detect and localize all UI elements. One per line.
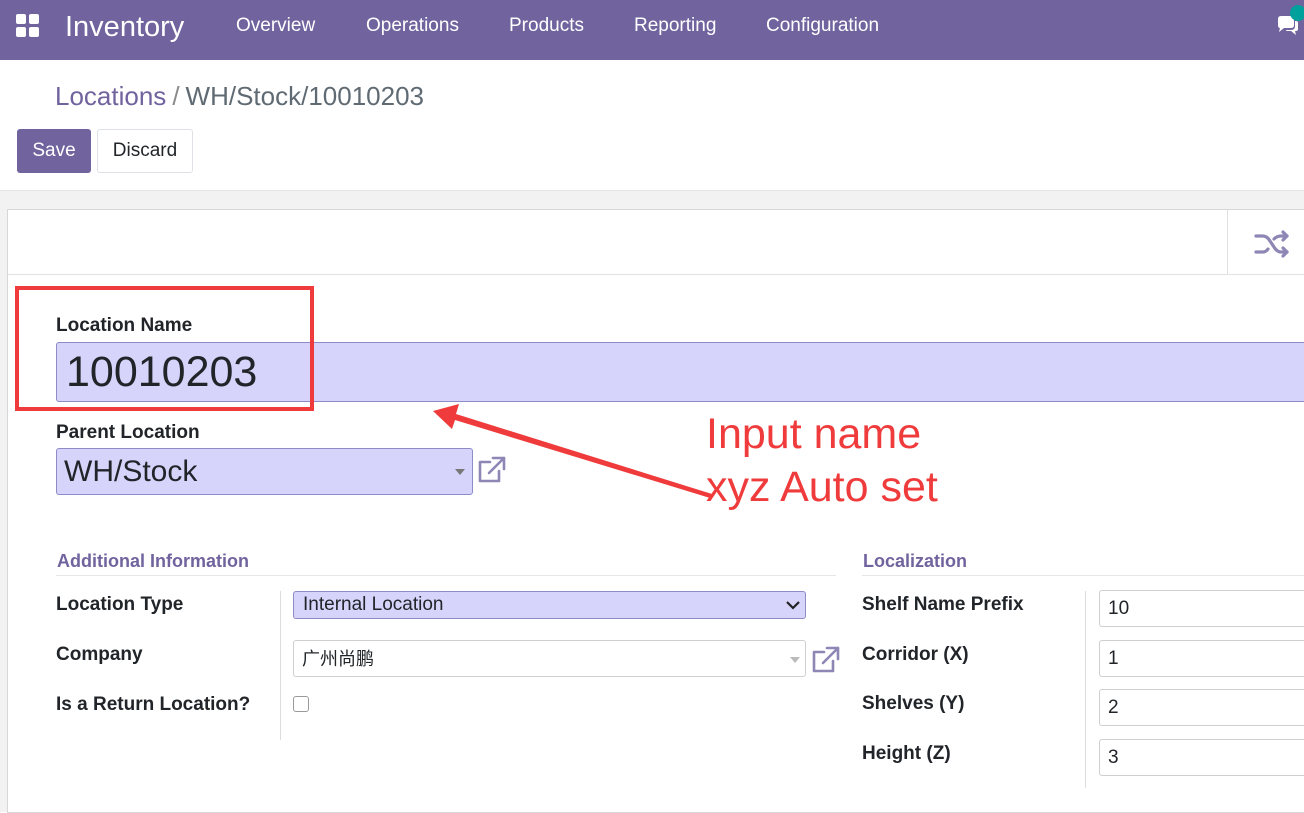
height-input[interactable]: 3 [1099,739,1304,776]
localization-column-divider [1085,591,1086,788]
breadcrumb-locations-link[interactable]: Locations [55,81,166,111]
apps-grid-icon[interactable] [16,14,42,38]
notification-badge [1290,5,1304,21]
parent-location-field[interactable]: WH/Stock [56,448,473,495]
return-location-checkbox[interactable] [293,696,309,712]
additional-information-title: Additional Information [57,551,249,571]
menu-products[interactable]: Products [509,15,584,37]
location-type-select[interactable]: Internal Location [293,591,806,619]
discard-button[interactable]: Discard [97,129,193,173]
breadcrumb-separator: / [172,81,180,111]
menu-operations[interactable]: Operations [366,15,459,37]
shelf-name-prefix-value: 10 [1108,598,1130,619]
chevron-down-icon [786,601,800,610]
corridor-value: 1 [1108,648,1119,669]
corridor-input[interactable]: 1 [1099,640,1304,677]
chevron-down-icon[interactable] [790,657,800,663]
breadcrumb: Locations / WH/Stock/10010203 [55,80,424,112]
localization-rule [862,575,1304,576]
menu-overview[interactable]: Overview [236,15,315,37]
breadcrumb-current: WH/Stock/10010203 [185,81,425,111]
chevron-down-icon[interactable] [455,469,465,475]
top-navbar: Inventory Overview Operations Products R… [0,0,1304,60]
height-label: Height (Z) [862,743,951,764]
external-link-icon[interactable] [476,456,506,484]
shuffle-icon[interactable] [1254,229,1290,259]
menu-reporting[interactable]: Reporting [634,15,716,37]
shelf-name-prefix-label: Shelf Name Prefix [862,594,1024,615]
external-link-icon[interactable] [810,646,840,674]
return-location-label: Is a Return Location? [56,694,251,715]
shelves-label: Shelves (Y) [862,693,965,714]
corridor-label: Corridor (X) [862,644,969,665]
annotation-line-2: xyz Auto set [706,463,938,511]
menu-configuration[interactable]: Configuration [766,15,879,37]
company-value: 广州尚鹏 [302,649,374,669]
parent-location-value: WH/Stock [64,455,198,488]
location-type-label: Location Type [56,594,184,615]
sheet-header-divider [8,274,1304,275]
additional-information-rule [56,575,836,576]
company-field[interactable]: 广州尚鹏 [293,640,806,677]
annotation-line-1: Input name [706,410,922,458]
label-column-divider [280,591,281,740]
shelves-input[interactable]: 2 [1099,689,1304,726]
shelf-name-prefix-input[interactable]: 10 [1099,590,1304,627]
height-value: 3 [1108,747,1119,768]
app-title[interactable]: Inventory [65,10,184,44]
button-box-divider [1227,210,1228,274]
localization-title: Localization [863,551,968,571]
shelves-value: 2 [1108,697,1119,718]
save-button[interactable]: Save [17,129,91,173]
parent-location-label: Parent Location [56,422,200,443]
company-label: Company [56,644,143,665]
location-type-value: Internal Location [303,594,444,615]
annotation-highlight-box [15,286,314,411]
